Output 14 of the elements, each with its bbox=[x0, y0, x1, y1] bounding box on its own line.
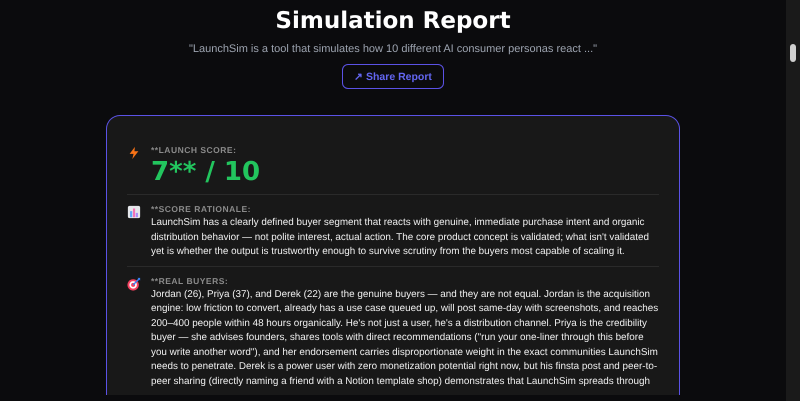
lightning-icon bbox=[127, 146, 141, 160]
section-text: LaunchSim has a clearly defined buyer segment that reacts with genuine, immediate purchase intent and organic distribution behavior — not polite interest, actual action. The core product concept is validated; what isn't validated yet is whether the output is trustworthy enough to survive scrutiny from the buyers most capable of scaling it. bbox=[151, 216, 650, 259]
target-icon bbox=[127, 276, 141, 290]
page-title: Simulation Report bbox=[275, 8, 511, 34]
share-button[interactable]: ↗ Share Report bbox=[342, 64, 444, 89]
bar-chart-icon bbox=[127, 205, 141, 219]
section-text: Jordan (26), Priya (37), and Derek (22) are the genuine buyers — and they are not equal. Jordan is the acquisition engine: low friction to convert, already has a use case queued up, will post same-day with screenshots, and reaches 200–400 people within 48 hours organically. He's not just a user, he's a distribution channel. Priya is the credibility buyer — she advises founders, shares tools with direct recommendations ("run your one-liner through this before you write another word"), and her endorsement carries disproportionate weight in the exact communities LaunchSim needs to penetrate. Derek is a power user with zero monetization potential right now, but his finsta post and peer-to-peer sharing (directly naming a friend with a Notion template shop) demonstrates that LaunchSim spreads through bbox=[151, 288, 659, 388]
section-label: **LAUNCH SCORE: bbox=[151, 145, 238, 155]
scrollbar[interactable] bbox=[786, 0, 800, 401]
score-value: 7** / 10 bbox=[151, 156, 262, 188]
scrollbar-thumb[interactable] bbox=[790, 44, 796, 62]
section-label: **SCORE RATIONALE: bbox=[151, 204, 252, 214]
summary-text: "LaunchSim is a tool that simulates how 10 different AI consumer personas react ..." bbox=[188, 43, 598, 55]
section-label: **REAL BUYERS: bbox=[151, 276, 230, 286]
